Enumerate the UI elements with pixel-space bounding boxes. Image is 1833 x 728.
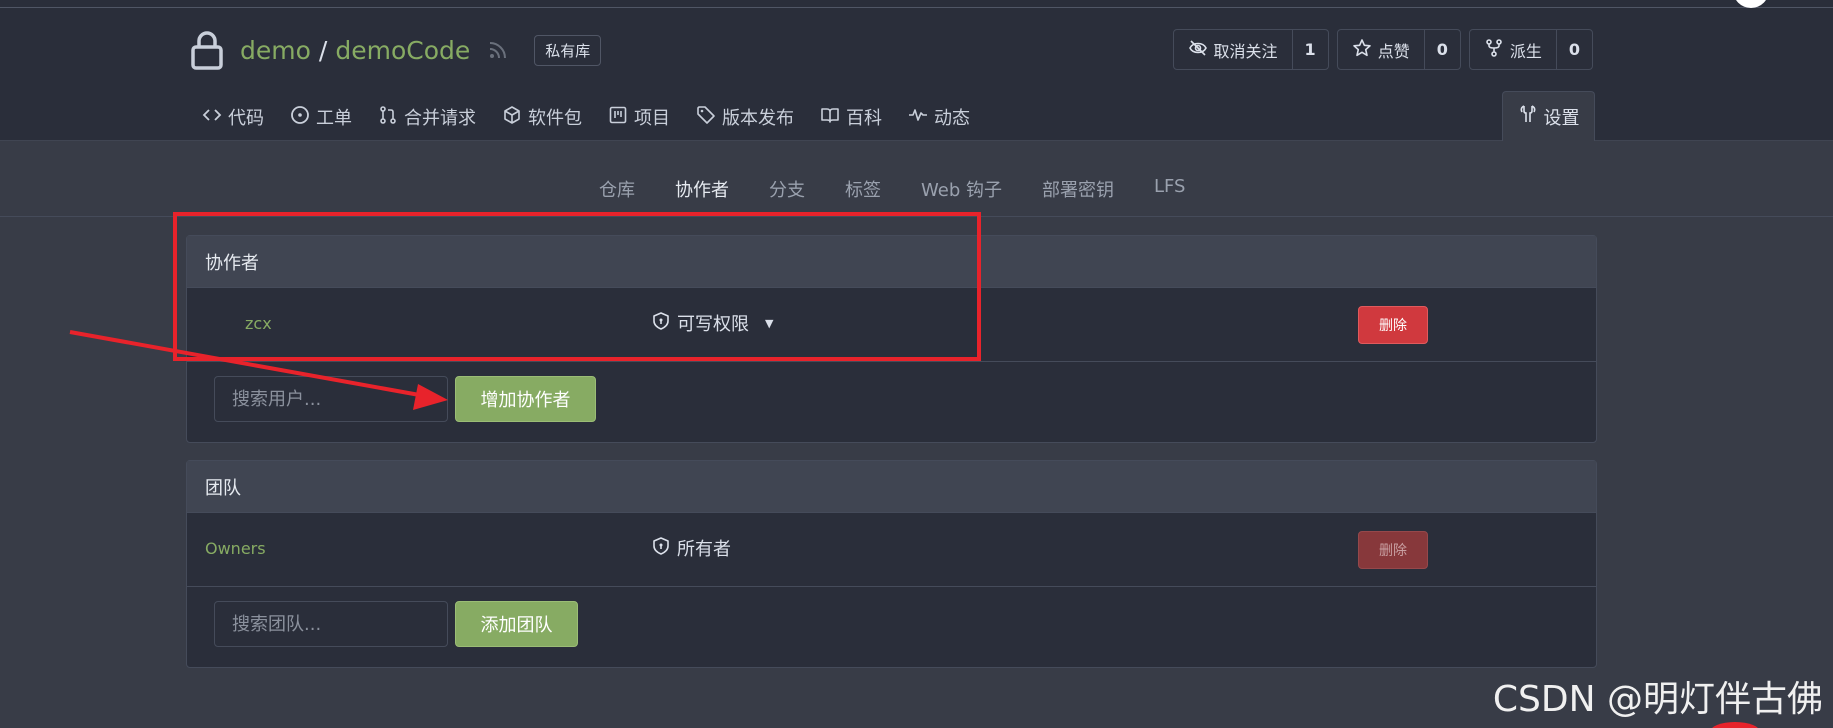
issue-icon xyxy=(290,105,310,130)
fork-icon xyxy=(1484,38,1504,62)
search-team-input[interactable] xyxy=(214,601,448,647)
team-permission: 所有者 xyxy=(651,535,731,561)
tab-pulls[interactable]: 合并请求 xyxy=(378,100,476,134)
settings-sub-nav: 仓库 协作者 分支 标签 Web 钩子 部署密钥 LFS xyxy=(0,176,1833,217)
teams-title: 团队 xyxy=(187,461,1596,513)
star-icon xyxy=(1352,38,1372,62)
tab-releases[interactable]: 版本发布 xyxy=(696,100,794,134)
subnav-branches[interactable]: 分支 xyxy=(769,176,805,202)
tab-wiki-label: 百科 xyxy=(846,108,882,129)
annotation-red-blob xyxy=(1710,722,1760,728)
subnav-repository[interactable]: 仓库 xyxy=(599,176,635,202)
team-row: Owners 所有者 删除 xyxy=(187,513,1596,587)
lock-icon xyxy=(190,30,224,70)
code-icon xyxy=(202,105,222,130)
private-badge: 私有库 xyxy=(534,34,602,66)
fork-button[interactable]: 派生 xyxy=(1470,30,1557,69)
tab-releases-label: 版本发布 xyxy=(722,108,794,129)
tab-activity-label: 动态 xyxy=(934,108,970,129)
teams-panel: 团队 Owners 所有者 删除 添加团队 xyxy=(186,460,1597,668)
team-permission-label: 所有者 xyxy=(677,539,731,560)
subnav-collaborators[interactable]: 协作者 xyxy=(675,176,729,202)
search-user-input[interactable] xyxy=(214,376,448,422)
delete-collaborator-button[interactable]: 删除 xyxy=(1358,306,1428,344)
delete-team-button: 删除 xyxy=(1358,531,1428,569)
shield-icon xyxy=(651,536,671,561)
repo-separator: / xyxy=(318,35,328,65)
tab-activity[interactable]: 动态 xyxy=(908,100,970,134)
unwatch-button[interactable]: 取消关注 xyxy=(1174,30,1293,69)
tab-packages-label: 软件包 xyxy=(528,108,582,129)
eye-slash-icon xyxy=(1188,38,1208,62)
pull-request-icon xyxy=(378,105,398,130)
subnav-lfs[interactable]: LFS xyxy=(1154,176,1186,202)
top-divider xyxy=(0,7,1833,8)
repo-owner-link[interactable]: demo xyxy=(240,36,311,65)
fork-count[interactable]: 0 xyxy=(1557,30,1592,69)
watermark: CSDN @明灯伴古佛 xyxy=(1492,679,1823,720)
tab-settings[interactable]: 设置 xyxy=(1502,91,1595,141)
tab-settings-label: 设置 xyxy=(1543,107,1580,129)
book-icon xyxy=(820,105,840,130)
tag-icon xyxy=(696,105,716,130)
tab-wiki[interactable]: 百科 xyxy=(820,100,882,134)
tab-code[interactable]: 代码 xyxy=(202,100,264,134)
fork-label: 派生 xyxy=(1509,41,1542,61)
rss-icon[interactable] xyxy=(488,40,508,60)
tab-pulls-label: 合并请求 xyxy=(404,108,476,129)
tab-code-label: 代码 xyxy=(228,108,264,129)
pulse-icon xyxy=(908,105,928,130)
tab-projects-label: 项目 xyxy=(634,108,670,129)
subnav-tags[interactable]: 标签 xyxy=(845,176,881,202)
annotation-highlight-box xyxy=(173,212,981,361)
watch-button-group: 取消关注 1 xyxy=(1172,29,1329,70)
subnav-deploy-keys[interactable]: 部署密钥 xyxy=(1042,176,1114,202)
repo-header: demo / demoCode 私有库 取消关注 1 点赞 0 派生 0 代码 … xyxy=(0,0,1833,141)
package-icon xyxy=(502,105,522,130)
unwatch-label: 取消关注 xyxy=(1213,41,1278,61)
tab-projects[interactable]: 项目 xyxy=(608,100,670,134)
tab-issues[interactable]: 工单 xyxy=(290,100,352,134)
project-icon xyxy=(608,105,628,130)
repo-name-link[interactable]: demoCode xyxy=(335,36,470,65)
add-collaborator-button[interactable]: 增加协作者 xyxy=(455,376,596,422)
star-button[interactable]: 点赞 xyxy=(1338,30,1425,69)
tab-issues-label: 工单 xyxy=(316,108,352,129)
watch-count[interactable]: 1 xyxy=(1293,30,1328,69)
star-button-group: 点赞 0 xyxy=(1336,29,1461,70)
subnav-webhooks[interactable]: Web 钩子 xyxy=(921,176,1002,202)
star-count[interactable]: 0 xyxy=(1425,30,1460,69)
repo-action-buttons: 取消关注 1 点赞 0 派生 0 xyxy=(1172,29,1593,70)
fork-button-group: 派生 0 xyxy=(1468,29,1593,70)
repo-title: demo / demoCode 私有库 xyxy=(190,28,602,72)
tab-packages[interactable]: 软件包 xyxy=(502,100,582,134)
star-label: 点赞 xyxy=(1377,41,1410,61)
add-collaborator-row: 增加协作者 xyxy=(187,362,1596,442)
tools-icon xyxy=(1518,104,1538,129)
add-team-row: 添加团队 xyxy=(187,587,1596,667)
add-team-button[interactable]: 添加团队 xyxy=(455,601,578,647)
team-link[interactable]: Owners xyxy=(205,539,266,558)
repo-tabs: 代码 工单 合并请求 软件包 项目 版本发布 百科 动态 xyxy=(202,100,970,134)
